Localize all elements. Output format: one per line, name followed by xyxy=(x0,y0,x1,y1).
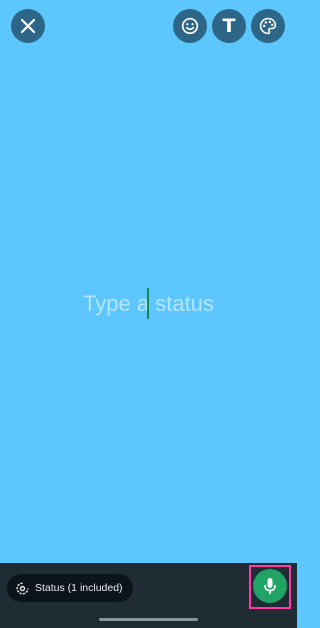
emoji-icon xyxy=(181,17,199,35)
system-navigation-bar xyxy=(0,613,297,628)
emoji-button[interactable] xyxy=(173,9,207,43)
text-icon: T xyxy=(222,15,236,37)
color-palette-button[interactable] xyxy=(251,9,285,43)
close-button[interactable] xyxy=(11,9,45,43)
voice-record-button[interactable] xyxy=(253,569,287,603)
status-audience-chip[interactable]: Status (1 included) xyxy=(7,574,133,602)
text-cursor xyxy=(147,288,149,319)
status-canvas[interactable]: T xyxy=(0,0,297,563)
status-ring-icon xyxy=(16,581,29,595)
home-gesture-handle[interactable] xyxy=(99,618,198,621)
text-style-button[interactable]: T xyxy=(212,9,246,43)
palette-icon xyxy=(259,17,277,35)
mic-icon xyxy=(264,578,276,595)
status-audience-label: Status (1 included) xyxy=(35,582,123,594)
close-icon xyxy=(20,18,36,34)
